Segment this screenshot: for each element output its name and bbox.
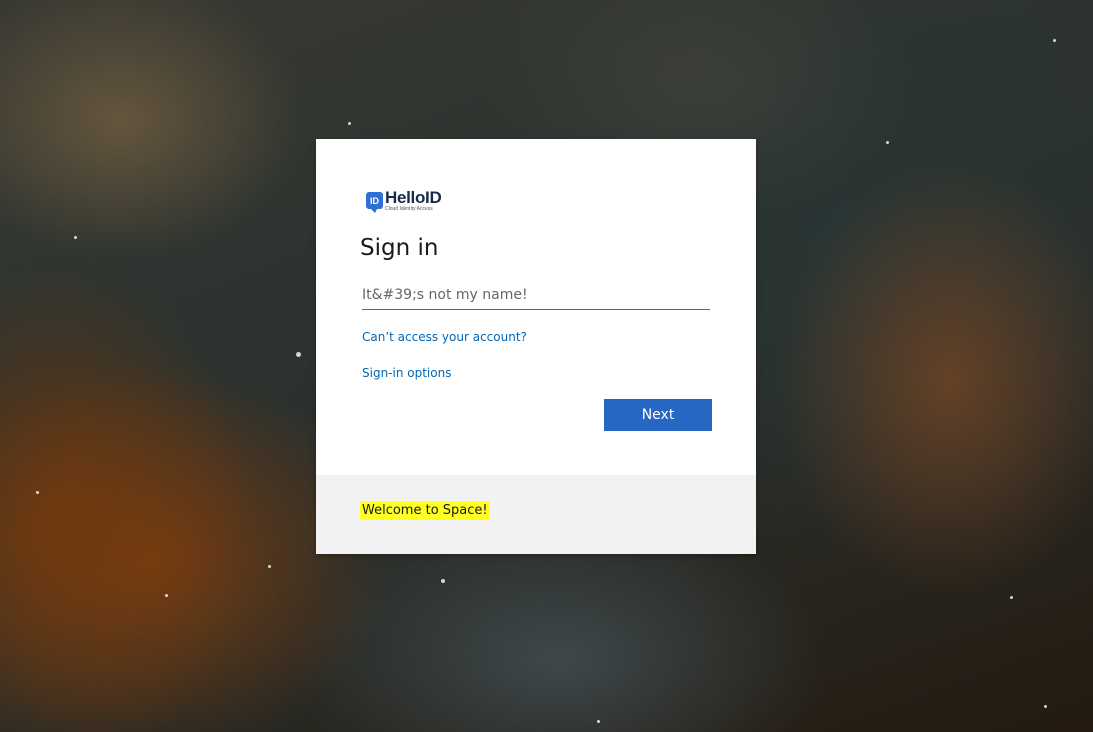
signin-footer: Welcome to Space!: [316, 475, 756, 554]
welcome-message: Welcome to Space!: [360, 501, 490, 520]
logo-name: HelloID: [385, 188, 442, 207]
star: [597, 720, 600, 723]
star: [1044, 705, 1047, 708]
page-title: Sign in: [360, 235, 439, 261]
next-button[interactable]: Next: [604, 399, 712, 431]
signin-options-link[interactable]: Sign-in options: [362, 366, 451, 380]
cant-access-account-link[interactable]: Can’t access your account?: [362, 330, 527, 344]
star: [441, 579, 445, 583]
username-input[interactable]: [362, 281, 710, 310]
id-badge-icon: ID: [366, 192, 383, 213]
signin-card: ID HelloID Cloud Identity Access Sign in…: [316, 139, 756, 554]
star: [886, 141, 889, 144]
star: [165, 594, 168, 597]
star: [1053, 39, 1056, 42]
helloid-logo: ID HelloID Cloud Identity Access: [366, 188, 442, 213]
logo-wordmark: HelloID Cloud Identity Access: [385, 188, 442, 212]
star: [1010, 596, 1013, 599]
star: [74, 236, 77, 239]
star: [348, 122, 351, 125]
logo-tagline: Cloud Identity Access: [385, 206, 433, 212]
star: [268, 565, 271, 568]
star: [36, 491, 39, 494]
star: [296, 352, 301, 357]
signin-panel: ID HelloID Cloud Identity Access Sign in…: [316, 139, 756, 475]
